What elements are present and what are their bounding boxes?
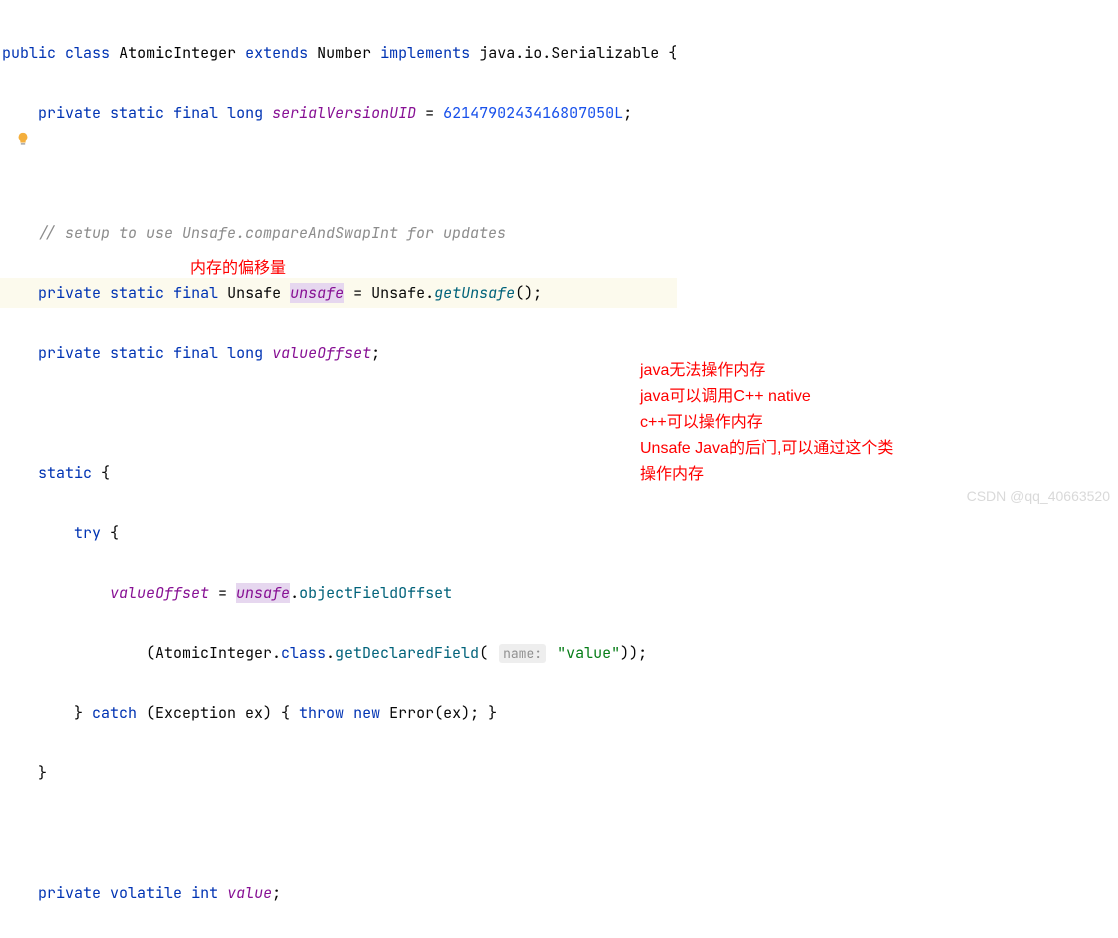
indent: [2, 583, 110, 603]
keyword: class: [65, 43, 110, 63]
field-highlighted: unsafe: [236, 583, 290, 603]
tail: ();: [515, 283, 542, 303]
indent: [2, 223, 38, 243]
keyword: static: [110, 283, 164, 303]
keyword: static: [110, 343, 164, 363]
annotation-line: c++可以操作内存: [640, 410, 893, 436]
field: valueOffset: [272, 343, 371, 363]
code-line: try {: [0, 518, 677, 548]
watermark: CSDN @qq_40663520: [967, 481, 1110, 511]
catch-params: (Exception ex) {: [137, 703, 299, 723]
annotation-line: 操作内存: [640, 462, 893, 488]
code-line: private static final long valueOffset;: [0, 338, 677, 368]
keyword: final: [173, 283, 218, 303]
keyword: class: [281, 643, 326, 663]
paren: (: [479, 643, 497, 663]
field-highlighted: unsafe: [290, 283, 344, 303]
blank-line: [0, 158, 677, 188]
field: serialVersionUID: [272, 103, 416, 123]
method: getUnsafe: [434, 283, 515, 303]
code-line: private static final long serialVersionU…: [0, 98, 677, 128]
indent: [2, 103, 38, 123]
keyword: final: [173, 343, 218, 363]
annotation-unsafe-block: java无法操作内存 java可以调用C++ native c++可以操作内存 …: [640, 358, 893, 488]
semicolon: ;: [623, 103, 632, 123]
parameter-hint: name:: [499, 644, 546, 663]
code-line-highlighted: private static final Unsafe unsafe = Uns…: [0, 278, 677, 308]
code-line: }: [0, 758, 677, 788]
keyword: static: [110, 103, 164, 123]
keyword: long: [227, 343, 263, 363]
keyword: static: [38, 463, 92, 483]
annotation-line: java无法操作内存: [640, 358, 893, 384]
method: objectFieldOffset: [299, 583, 452, 603]
keyword: private: [38, 103, 101, 123]
code-line: } catch (Exception ex) { throw new Error…: [0, 698, 677, 728]
comment: // setup to use Unsafe.compareAndSwapInt…: [38, 223, 506, 243]
number: 6214790243416807050L: [443, 103, 623, 123]
keyword: private: [38, 283, 101, 303]
indent: [2, 463, 38, 483]
code-line: // setup to use Unsafe.compareAndSwapInt…: [0, 218, 677, 248]
indent: [2, 523, 74, 543]
dot: .: [326, 643, 335, 663]
string: "value": [557, 643, 620, 663]
keyword: new: [353, 703, 380, 723]
code-line: (AtomicInteger.class.getDeclaredField( n…: [0, 638, 677, 668]
brace: {: [92, 463, 110, 483]
type-ref: java.io.Serializable: [479, 43, 659, 63]
keyword: public: [2, 43, 56, 63]
keyword: int: [191, 883, 218, 903]
class-name: AtomicInteger: [119, 43, 236, 63]
operator: =: [209, 583, 236, 603]
space: [548, 643, 557, 663]
indent: }: [2, 703, 92, 723]
keyword: volatile: [110, 883, 182, 903]
keyword: try: [74, 523, 101, 543]
type: Unsafe: [227, 283, 290, 303]
field: value: [227, 883, 272, 903]
code-area[interactable]: public class AtomicInteger extends Numbe…: [0, 8, 677, 938]
brace: {: [101, 523, 119, 543]
blank-line: [0, 818, 677, 848]
field: valueOffset: [110, 583, 209, 603]
paren: ));: [620, 643, 647, 663]
blank-line: [0, 398, 677, 428]
dot: .: [290, 583, 299, 603]
semicolon: ;: [272, 883, 281, 903]
indent: [2, 343, 38, 363]
call: Error(ex); }: [380, 703, 497, 723]
keyword: catch: [92, 703, 137, 723]
annotation-line: java可以调用C++ native: [640, 384, 893, 410]
method: getDeclaredField: [335, 643, 479, 663]
keyword: throw: [299, 703, 344, 723]
annotation-line: Unsafe Java的后门,可以通过这个类: [640, 436, 893, 462]
brace: {: [659, 43, 677, 63]
keyword: private: [38, 343, 101, 363]
code-line: public class AtomicInteger extends Numbe…: [0, 38, 677, 68]
keyword: extends: [245, 43, 308, 63]
class-name: Number: [317, 43, 371, 63]
code-line: valueOffset = unsafe.objectFieldOffset: [0, 578, 677, 608]
semicolon: ;: [371, 343, 380, 363]
keyword: implements: [380, 43, 470, 63]
keyword: private: [38, 883, 101, 903]
annotation-offset: 内存的偏移量: [190, 256, 286, 282]
operator: =: [416, 103, 443, 123]
indent: [2, 883, 38, 903]
keyword: final: [173, 103, 218, 123]
indent: (AtomicInteger.: [2, 643, 281, 663]
brace: }: [2, 763, 47, 783]
keyword: long: [227, 103, 263, 123]
operator: = Unsafe.: [344, 283, 434, 303]
indent: [2, 283, 38, 303]
code-line: private volatile int value;: [0, 878, 677, 908]
code-line: static {: [0, 458, 677, 488]
